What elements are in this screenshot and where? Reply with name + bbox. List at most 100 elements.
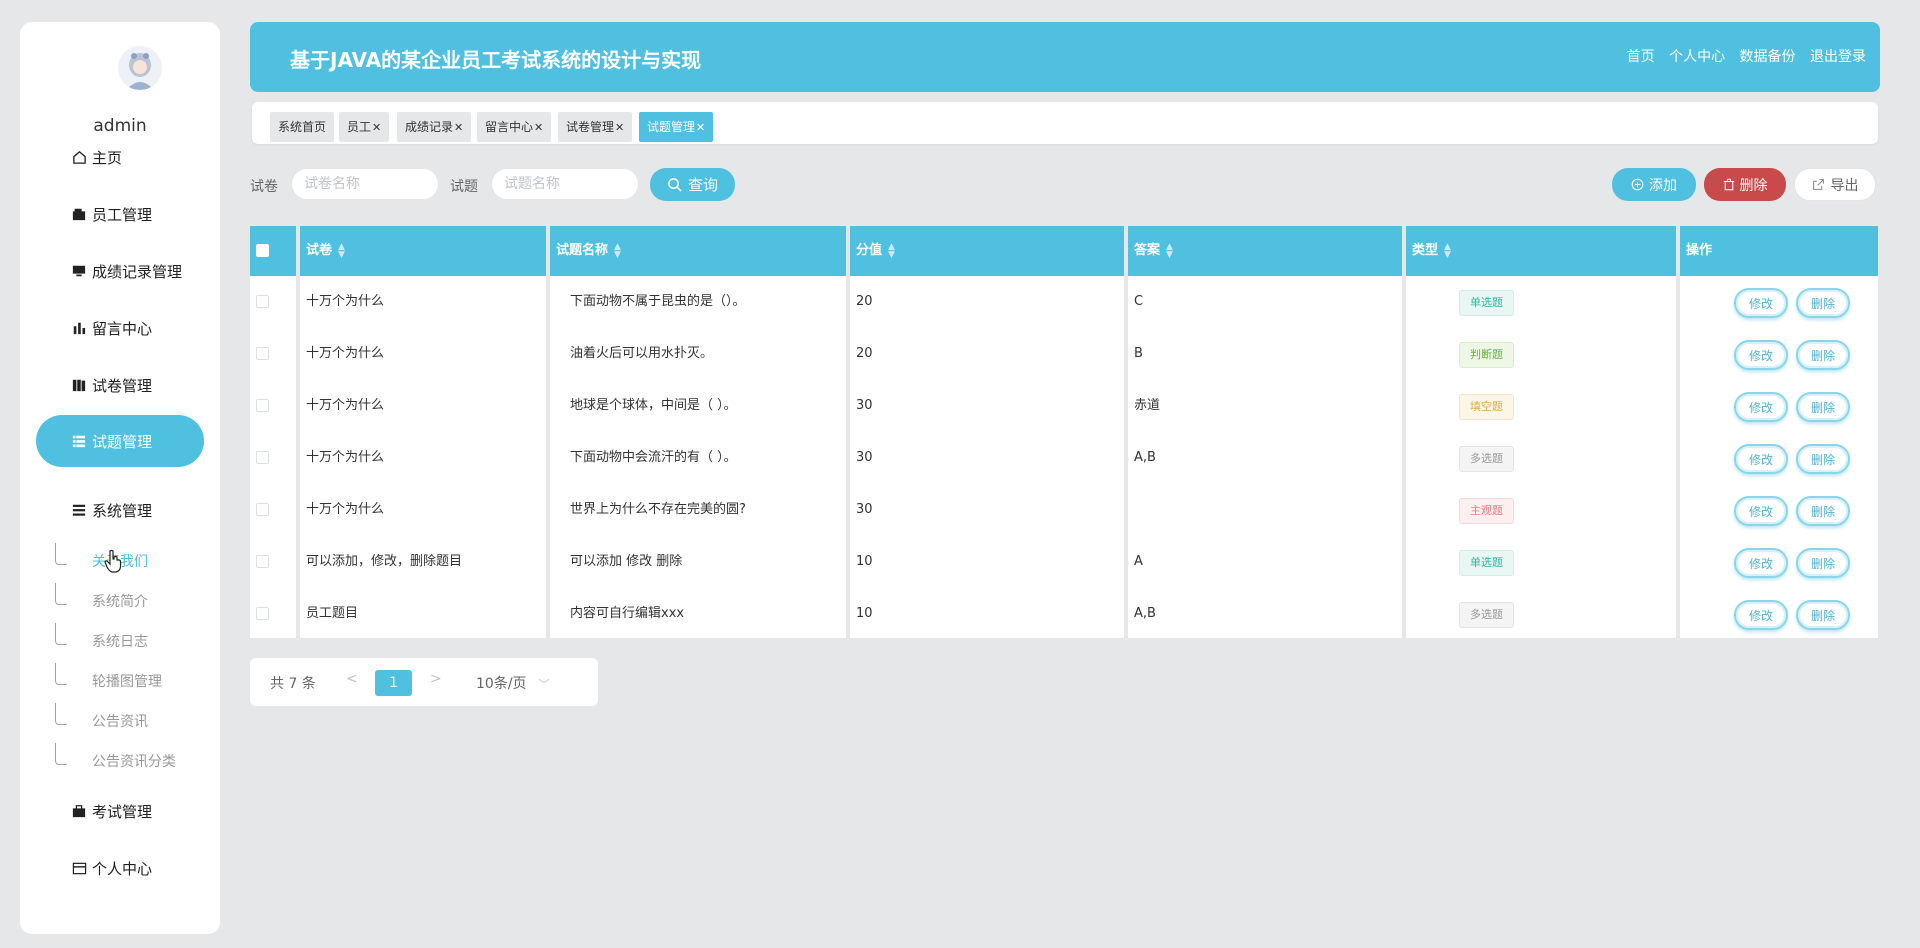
select-all-checkbox[interactable] bbox=[256, 244, 269, 257]
cell-answer: A bbox=[1134, 554, 1143, 569]
column-header-answer[interactable]: 答案 ▲ ▼ bbox=[1128, 226, 1402, 276]
row-delete-button[interactable]: 删除 bbox=[1796, 444, 1850, 474]
sidebar-item-profile[interactable]: 个人中心 bbox=[36, 844, 204, 892]
type-tag: 多选题 bbox=[1459, 446, 1514, 472]
table-row: 十万个为什么 世界上为什么不存在完美的圆? 30 主观题 修改 删除 bbox=[250, 484, 1878, 536]
table-row: 十万个为什么 油着火后可以用水扑灭。 20 B 判断题 修改 删除 bbox=[250, 328, 1878, 380]
sidebar-item-exams[interactable]: 考试管理 bbox=[36, 787, 204, 835]
sidebar-item-score-records[interactable]: 成绩记录管理 bbox=[36, 247, 204, 295]
tab-papers[interactable]: 试卷管理✕ bbox=[558, 112, 633, 142]
row-checkbox[interactable] bbox=[256, 555, 269, 568]
column-header-paper[interactable]: 试卷 ▲ ▼ bbox=[300, 226, 546, 276]
header-select-cell bbox=[250, 226, 296, 276]
row-delete-button[interactable]: 删除 bbox=[1796, 392, 1850, 422]
column-header-question[interactable]: 试题名称 ▲ ▼ bbox=[550, 226, 846, 276]
sort-icon[interactable]: ▲ ▼ bbox=[888, 242, 895, 259]
close-icon[interactable]: ✕ bbox=[372, 121, 381, 134]
sidebar-item-system[interactable]: 系统管理 bbox=[36, 486, 204, 534]
cell-score: 20 bbox=[856, 294, 873, 309]
close-icon[interactable]: ✕ bbox=[534, 121, 543, 134]
paper-search-input[interactable] bbox=[291, 168, 439, 200]
header-link-profile[interactable]: 个人中心 bbox=[1669, 49, 1725, 65]
edit-button[interactable]: 修改 bbox=[1734, 444, 1788, 474]
sidebar-item-papers[interactable]: 试卷管理 bbox=[36, 361, 204, 409]
query-button[interactable]: 查询 bbox=[650, 168, 735, 201]
type-tag: 单选题 bbox=[1459, 550, 1514, 576]
row-delete-button[interactable]: 删除 bbox=[1796, 548, 1850, 578]
cell-answer bbox=[1128, 484, 1402, 536]
header-link-logout[interactable]: 退出登录 bbox=[1810, 49, 1866, 65]
row-delete-button[interactable]: 删除 bbox=[1796, 288, 1850, 318]
sidebar-item-home[interactable]: 主页 bbox=[36, 133, 204, 181]
column-header-type[interactable]: 类型 ▲ ▼ bbox=[1406, 226, 1676, 276]
close-icon[interactable]: ✕ bbox=[615, 121, 624, 134]
tab-system-home[interactable]: 系统首页 bbox=[270, 112, 335, 142]
next-page-button[interactable]: > bbox=[430, 671, 442, 687]
tab-score-records[interactable]: 成绩记录✕ bbox=[397, 112, 472, 142]
row-checkbox[interactable] bbox=[256, 399, 269, 412]
sidebar-item-questions[interactable]: 试题管理 bbox=[36, 415, 204, 467]
subitem-carousel[interactable]: 轮播图管理 bbox=[92, 671, 162, 691]
cell-answer: 赤道 bbox=[1134, 398, 1161, 413]
pagination-total: 共 7 条 bbox=[270, 676, 316, 692]
avatar[interactable] bbox=[118, 46, 162, 90]
header-link-home[interactable]: 首页 bbox=[1627, 49, 1655, 65]
tab-questions[interactable]: 试题管理✕ bbox=[639, 112, 714, 142]
row-checkbox[interactable] bbox=[256, 451, 269, 464]
prev-page-button[interactable]: < bbox=[346, 671, 358, 687]
page-size-select[interactable]: 10条/页 ﹀ bbox=[476, 673, 550, 693]
question-search-input[interactable] bbox=[491, 168, 639, 200]
add-button[interactable]: 添加 bbox=[1612, 168, 1696, 201]
tab-label: 员工 bbox=[347, 120, 372, 134]
tree-line bbox=[55, 743, 67, 765]
column-header-score[interactable]: 分值 ▲ ▼ bbox=[850, 226, 1124, 276]
close-icon[interactable]: ✕ bbox=[454, 121, 463, 134]
column-header-actions: 操作 bbox=[1680, 226, 1878, 276]
subitem-news[interactable]: 公告资讯 bbox=[92, 711, 148, 731]
page-number-current[interactable]: 1 bbox=[375, 670, 412, 696]
sidebar-item-label: 员工管理 bbox=[92, 205, 153, 224]
add-button-label: 添加 bbox=[1649, 177, 1677, 194]
tab-label: 成绩记录 bbox=[405, 120, 454, 134]
cell-paper: 十万个为什么 bbox=[306, 346, 385, 361]
sort-icon[interactable]: ▲ ▼ bbox=[1444, 242, 1451, 259]
edit-button[interactable]: 修改 bbox=[1734, 496, 1788, 526]
cell-paper: 十万个为什么 bbox=[306, 450, 385, 465]
header-link-backup[interactable]: 数据备份 bbox=[1740, 49, 1796, 65]
row-delete-button[interactable]: 删除 bbox=[1796, 340, 1850, 370]
page-size-label: 10条/页 bbox=[476, 676, 527, 692]
card-icon bbox=[70, 859, 88, 877]
subitem-news-category[interactable]: 公告资讯分类 bbox=[92, 751, 176, 771]
sort-icon[interactable]: ▲ ▼ bbox=[1166, 242, 1173, 259]
chart-icon bbox=[70, 319, 88, 337]
tab-label: 试卷管理 bbox=[566, 120, 615, 134]
delete-button[interactable]: 删除 bbox=[1704, 168, 1786, 201]
edit-button[interactable]: 修改 bbox=[1734, 288, 1788, 318]
sidebar-item-messages[interactable]: 留言中心 bbox=[36, 304, 204, 352]
row-checkbox[interactable] bbox=[256, 607, 269, 620]
row-delete-button[interactable]: 删除 bbox=[1796, 496, 1850, 526]
wallet-icon bbox=[70, 205, 88, 223]
edit-button[interactable]: 修改 bbox=[1734, 548, 1788, 578]
row-delete-button[interactable]: 删除 bbox=[1796, 600, 1850, 630]
cell-question: 下面动物中会流汗的有（ ）。 bbox=[570, 450, 737, 465]
tab-messages[interactable]: 留言中心✕ bbox=[477, 112, 552, 142]
row-checkbox[interactable] bbox=[256, 347, 269, 360]
tab-employees[interactable]: 员工✕ bbox=[339, 112, 390, 142]
row-checkbox[interactable] bbox=[256, 295, 269, 308]
edit-button[interactable]: 修改 bbox=[1734, 600, 1788, 630]
row-checkbox[interactable] bbox=[256, 503, 269, 516]
edit-button[interactable]: 修改 bbox=[1734, 392, 1788, 422]
cell-score: 10 bbox=[856, 606, 873, 621]
subitem-system-log[interactable]: 系统日志 bbox=[92, 631, 148, 651]
close-icon[interactable]: ✕ bbox=[696, 121, 705, 134]
subitem-system-intro[interactable]: 系统简介 bbox=[92, 591, 148, 611]
table-row: 可以添加，修改，删除题目 可以添加 修改 删除 10 A 单选题 修改 删除 bbox=[250, 536, 1878, 588]
search-icon bbox=[668, 178, 682, 192]
sort-icon[interactable]: ▲ ▼ bbox=[614, 242, 621, 259]
sidebar-item-employees[interactable]: 员工管理 bbox=[36, 190, 204, 238]
edit-button[interactable]: 修改 bbox=[1734, 340, 1788, 370]
type-tag: 填空题 bbox=[1459, 394, 1514, 420]
sort-icon[interactable]: ▲ ▼ bbox=[338, 242, 345, 259]
export-button[interactable]: 导出 bbox=[1794, 168, 1876, 201]
